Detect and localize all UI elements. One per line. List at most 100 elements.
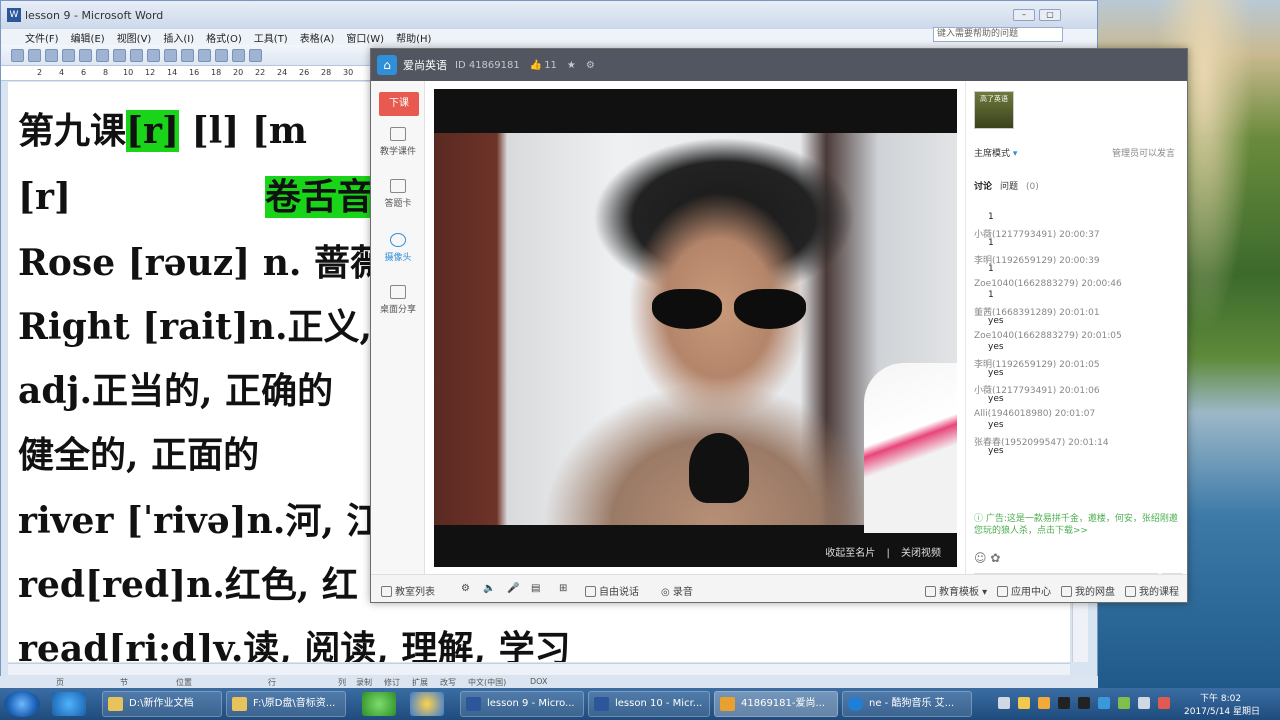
paste-icon[interactable] xyxy=(164,48,177,62)
star-icon[interactable]: ★ xyxy=(567,60,576,71)
chat-sender: 小薇(1217793491) 20:00:37 xyxy=(974,230,1100,240)
permission-icon[interactable] xyxy=(62,48,75,62)
equalizer-icon[interactable]: ⊞ xyxy=(559,583,567,594)
document-icon[interactable]: ▤ xyxy=(531,583,540,594)
side-camera[interactable]: 摄像头 xyxy=(371,233,425,263)
menu-format[interactable]: 格式(O) xyxy=(200,30,248,45)
help-search-input[interactable]: 键入需要帮助的问题 xyxy=(933,27,1063,42)
doc-highlight: [r] xyxy=(126,110,180,152)
status-extend[interactable]: 扩展 xyxy=(412,677,428,688)
home-icon[interactable]: ⌂ xyxy=(377,55,397,75)
clock-time[interactable]: 下午 8:02 xyxy=(1200,691,1241,704)
taskbar-item[interactable]: 41869181-爱尚... xyxy=(714,691,838,717)
print-preview-icon[interactable] xyxy=(96,48,109,62)
my-courses-button[interactable]: 我的课程 xyxy=(1125,583,1179,598)
network-icon[interactable] xyxy=(1098,697,1110,709)
menu-window[interactable]: 窗口(W) xyxy=(340,30,390,45)
doc-line: 第九课[r] [l] [m xyxy=(18,102,307,154)
record-button[interactable]: ◎ 录音 xyxy=(661,583,693,598)
chat-messages[interactable]: 1 小薇(1217793491) 20:00:37 1 李明(119265912… xyxy=(974,197,1180,491)
taskbar-item[interactable]: F:\原D盘\音标资... xyxy=(226,691,346,717)
collapse-to-card-link[interactable]: 收起至名片 xyxy=(825,548,875,559)
ie-icon[interactable] xyxy=(52,692,86,716)
settings-gear-icon[interactable]: ⚙ xyxy=(461,583,470,594)
menu-table[interactable]: 表格(A) xyxy=(294,30,341,45)
edu-template-button[interactable]: 教育模板 ▾ xyxy=(925,583,987,598)
taskbar-item[interactable]: lesson 9 - Micro... xyxy=(460,691,584,717)
taskbar-item[interactable]: ne - 酷狗音乐 艾... xyxy=(842,691,972,717)
chat-panel: 高了英语 主席模式 ▾ 管理员可以发言 讨论 问题 (0) 1 小薇(1217793… xyxy=(965,81,1187,595)
microphone-icon[interactable]: 🎤 xyxy=(507,583,519,594)
ruler-tick: 2 xyxy=(37,68,43,77)
horizontal-scrollbar[interactable] xyxy=(8,663,1070,675)
menu-insert[interactable]: 插入(I) xyxy=(157,30,200,45)
classroom-list-label: 教室列表 xyxy=(395,587,435,598)
menu-view[interactable]: 视图(V) xyxy=(111,30,158,45)
copy-icon[interactable] xyxy=(147,48,160,62)
tray-icon[interactable] xyxy=(1158,697,1170,709)
status-track[interactable]: 修订 xyxy=(384,677,400,688)
volume-icon[interactable] xyxy=(1138,697,1150,709)
taskbar-item[interactable]: lesson 10 - Micr... xyxy=(588,691,710,717)
360-icon[interactable] xyxy=(362,692,396,716)
status-page: 页 xyxy=(56,678,64,687)
netdisk-button[interactable]: 我的网盘 xyxy=(1061,583,1115,598)
camera-icon xyxy=(390,233,406,247)
format-painter-icon[interactable] xyxy=(181,48,194,62)
menu-edit[interactable]: 编辑(E) xyxy=(65,30,111,45)
status-record[interactable]: 录制 xyxy=(356,677,372,688)
app-name: 爱尚英语 xyxy=(403,59,447,72)
mode-dropdown[interactable]: 主席模式 ▾ xyxy=(974,146,1017,159)
redo-icon[interactable] xyxy=(215,48,228,62)
status-column: 列 xyxy=(338,678,346,687)
taskbar-label: lesson 10 - Micr... xyxy=(615,698,703,709)
speaker-icon[interactable]: 🔈 xyxy=(483,583,495,594)
menu-help[interactable]: 帮助(H) xyxy=(390,30,437,45)
tray-icon[interactable] xyxy=(1118,697,1130,709)
tray-icon[interactable] xyxy=(998,697,1010,709)
flower-icon[interactable]: ✿ xyxy=(990,551,1000,565)
ruler-tick: 20 xyxy=(233,68,244,77)
hyperlink-icon[interactable] xyxy=(232,48,245,62)
undo-icon[interactable] xyxy=(198,48,211,62)
tab-questions[interactable]: 问题 (0) xyxy=(1000,182,1047,192)
close-video-link[interactable]: 关闭视频 xyxy=(901,548,941,559)
free-talk-button[interactable]: 自由说话 xyxy=(585,583,639,598)
status-language: 中文(中国) xyxy=(468,678,507,687)
open-icon[interactable] xyxy=(28,48,41,62)
room-avatar: 高了英语 xyxy=(974,91,1014,129)
clock-date[interactable]: 2017/5/14 星期日 xyxy=(1184,704,1260,717)
minimize-button[interactable]: – xyxy=(1013,9,1035,21)
ad-link[interactable]: ⓘ 广告:这是一款易拼千金，邀楼，何安，张绍刚邀您玩的狼人杀，点击下载>> xyxy=(974,513,1180,537)
status-overtype[interactable]: 改写 xyxy=(440,677,456,688)
qq-icon[interactable] xyxy=(1058,697,1070,709)
classroom-list-button[interactable]: 教室列表 xyxy=(381,583,435,598)
new-doc-icon[interactable] xyxy=(11,48,24,62)
video-panel[interactable]: 收起至名片 | 关闭视频 xyxy=(434,89,957,567)
save-icon[interactable] xyxy=(45,48,58,62)
side-courseware[interactable]: 教学课件 xyxy=(371,127,425,157)
menu-file[interactable]: 文件(F) xyxy=(19,30,65,45)
emoji-icon[interactable]: ☺ xyxy=(974,551,987,565)
tray-icon[interactable] xyxy=(1018,697,1030,709)
cut-icon[interactable] xyxy=(130,48,143,62)
people-icon[interactable] xyxy=(410,692,444,716)
print-icon[interactable] xyxy=(79,48,92,62)
video-detail xyxy=(864,363,957,533)
tables-icon[interactable] xyxy=(249,48,262,62)
side-desktop-share[interactable]: 桌面分享 xyxy=(371,285,425,315)
tab-discuss[interactable]: 讨论 xyxy=(974,182,992,192)
taskbar-item[interactable]: D:\新作业文档 xyxy=(102,691,222,717)
settings-icon[interactable]: ⚙ xyxy=(586,60,595,71)
side-answer-card[interactable]: 答题卡 xyxy=(371,179,425,209)
ruler-tick: 6 xyxy=(81,68,87,77)
menu-tools[interactable]: 工具(T) xyxy=(248,30,294,45)
end-class-button[interactable]: 下课 xyxy=(379,92,419,116)
tray-icon[interactable] xyxy=(1038,697,1050,709)
spelling-icon[interactable] xyxy=(113,48,126,62)
start-button[interactable] xyxy=(4,691,40,717)
maximize-button[interactable]: ▢ xyxy=(1039,9,1061,21)
qq-icon[interactable] xyxy=(1078,697,1090,709)
app-center-button[interactable]: 应用中心 xyxy=(997,583,1051,598)
thumbs-up-icon[interactable]: 👍 xyxy=(530,60,542,71)
